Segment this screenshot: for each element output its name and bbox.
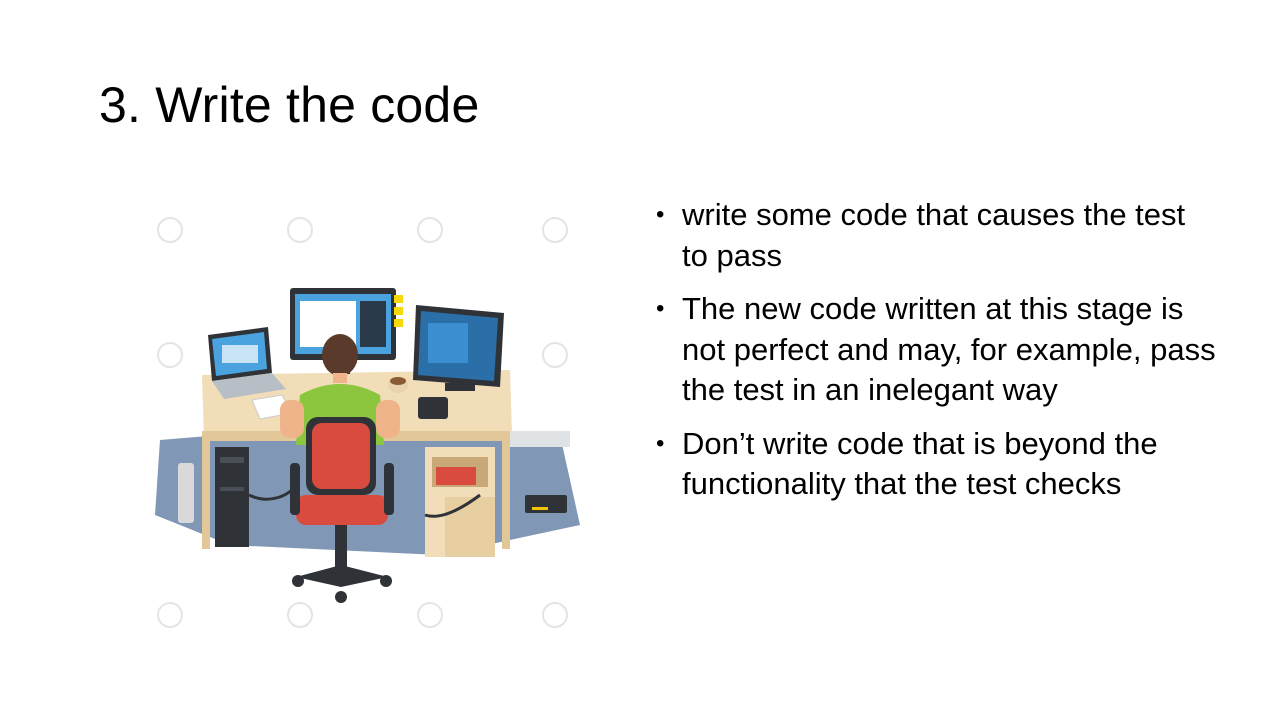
- chair-back-cushion: [312, 423, 370, 489]
- slide: 3. Write the code • write some code that…: [0, 0, 1280, 720]
- person-head: [322, 334, 358, 376]
- laptop-ui: [222, 345, 258, 363]
- sticky-note: [394, 319, 403, 327]
- bullet-dot: •: [656, 429, 665, 457]
- chair-base: [296, 565, 388, 587]
- sticky-note: [394, 307, 403, 315]
- slide-title: 3. Write the code: [99, 77, 480, 133]
- router-light: [532, 507, 548, 510]
- programmer-desk-illustration: [140, 195, 585, 645]
- bullet-dot: •: [656, 295, 665, 322]
- coffee-cup-liquid: [390, 377, 406, 385]
- chair-wheel: [292, 575, 304, 587]
- chair-armrest: [384, 463, 394, 515]
- pc-tower-front: [220, 457, 244, 463]
- right-monitor-code: [428, 323, 468, 363]
- chair-seat: [296, 495, 388, 525]
- desk-leg: [502, 439, 510, 549]
- bullet-item: • Don’t write code that is beyond the fu…: [656, 424, 1216, 505]
- bullet-text: Don’t write code that is beyond the func…: [682, 425, 1158, 502]
- router: [525, 495, 567, 513]
- cabinet-door: [445, 497, 495, 557]
- cabinet-books: [436, 467, 476, 485]
- power-strip: [178, 463, 194, 523]
- desk-leg: [202, 439, 210, 549]
- bullet-item: • The new code written at this stage is …: [656, 289, 1216, 411]
- bullet-item: • write some code that causes the test t…: [656, 195, 1216, 276]
- wall-socket: [510, 431, 570, 447]
- bullet-text: The new code written at this stage is no…: [682, 291, 1216, 407]
- bullet-text: write some code that causes the test to …: [682, 197, 1186, 273]
- person-arm: [376, 400, 400, 438]
- bullet-list: • write some code that causes the test t…: [656, 195, 1216, 518]
- chair-wheel: [380, 575, 392, 587]
- chair-wheel: [335, 591, 347, 603]
- person-neck: [333, 373, 347, 383]
- sticky-note: [394, 295, 403, 303]
- chair-post: [335, 525, 347, 569]
- bullet-dot: •: [656, 201, 665, 228]
- pc-tower-front: [220, 487, 244, 491]
- person-arm: [280, 400, 304, 438]
- center-monitor-panel: [360, 301, 386, 347]
- phone: [418, 397, 448, 419]
- right-monitor-stand: [445, 383, 475, 391]
